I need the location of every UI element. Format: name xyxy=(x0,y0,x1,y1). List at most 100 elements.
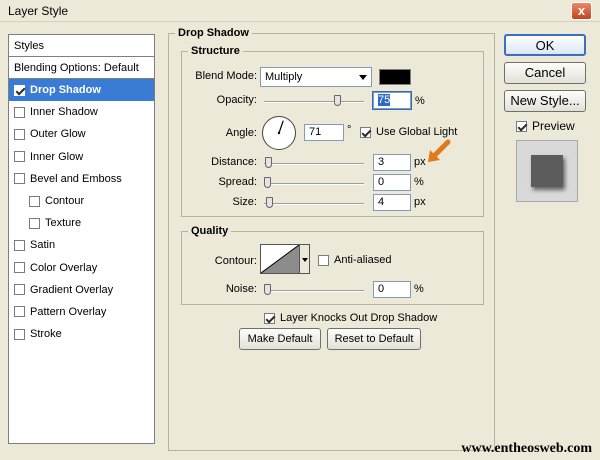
quality-title: Quality xyxy=(188,225,232,237)
distance-field[interactable]: 3 xyxy=(373,154,411,171)
style-item-pattern-overlay[interactable]: Pattern Overlay xyxy=(9,301,154,323)
spread-slider-thumb[interactable] xyxy=(264,177,271,188)
knockout-option[interactable]: Layer Knocks Out Drop Shadow xyxy=(264,312,437,324)
noise-slider[interactable] xyxy=(264,284,364,295)
preview-shape xyxy=(531,155,563,187)
contour-dropdown[interactable] xyxy=(300,244,310,274)
watermark-text: www.entheosweb.com xyxy=(461,441,592,456)
style-item-texture[interactable]: Texture xyxy=(9,212,154,234)
chevron-down-icon xyxy=(302,258,308,262)
style-item-label: Color Overlay xyxy=(30,261,98,274)
opacity-slider-thumb[interactable] xyxy=(333,95,341,106)
styles-list: Styles Blending Options: Default Drop Sh… xyxy=(8,34,155,444)
size-label: Size: xyxy=(232,196,257,208)
size-value: 4 xyxy=(378,196,385,208)
distance-unit: px xyxy=(414,156,426,168)
angle-dial[interactable] xyxy=(262,116,296,150)
ok-button[interactable]: OK xyxy=(504,34,586,56)
style-item-satin[interactable]: Satin xyxy=(9,234,154,256)
distance-value: 3 xyxy=(378,156,385,168)
style-item-color-overlay[interactable]: Color Overlay xyxy=(9,257,154,279)
new-style-button[interactable]: New Style... xyxy=(504,90,586,112)
blending-options-item[interactable]: Blending Options: Default xyxy=(9,57,154,79)
angle-dial-needle xyxy=(277,120,284,135)
blend-mode-label: Blend Mode: xyxy=(195,70,257,82)
spread-field[interactable]: 0 xyxy=(373,174,411,191)
style-item-drop-shadow[interactable]: Drop Shadow xyxy=(9,79,154,102)
knockout-checkbox[interactable] xyxy=(264,312,275,324)
style-item-checkbox[interactable] xyxy=(29,217,40,229)
use-global-light-option[interactable]: Use Global Light xyxy=(360,126,457,138)
noise-label: Noise: xyxy=(225,283,257,295)
preview-thumbnail xyxy=(516,140,578,202)
opacity-field[interactable]: 75 xyxy=(372,91,412,110)
layer-style-dialog: Styles Blending Options: Default Drop Sh… xyxy=(4,23,596,460)
drop-shadow-panel: Drop Shadow Structure Blend Mode: Multip… xyxy=(168,27,495,451)
size-slider-track xyxy=(264,203,364,205)
shadow-color-swatch[interactable] xyxy=(379,69,411,85)
style-items: Drop Shadow Inner Shadow Outer Glow Inner G… xyxy=(9,79,154,345)
style-item-stroke[interactable]: Stroke xyxy=(9,323,154,345)
distance-slider-track xyxy=(264,163,364,165)
style-item-checkbox[interactable] xyxy=(14,151,25,163)
preview-checkbox[interactable] xyxy=(516,120,527,132)
style-item-label: Bevel and Emboss xyxy=(30,172,122,185)
noise-slider-thumb[interactable] xyxy=(264,284,271,295)
style-item-outer-glow[interactable]: Outer Glow xyxy=(9,123,154,145)
style-item-contour[interactable]: Contour xyxy=(9,190,154,212)
preview-option[interactable]: Preview xyxy=(516,119,575,133)
use-global-light-checkbox[interactable] xyxy=(360,126,371,138)
style-item-label: Texture xyxy=(45,217,82,230)
size-slider-thumb[interactable] xyxy=(265,197,273,208)
style-item-checkbox[interactable] xyxy=(14,173,25,185)
spread-slider-track xyxy=(264,183,364,185)
style-item-checkbox[interactable] xyxy=(14,262,25,274)
style-item-inner-glow[interactable]: Inner Glow xyxy=(9,146,154,168)
style-item-checkbox[interactable] xyxy=(14,239,25,251)
noise-field[interactable]: 0 xyxy=(373,281,411,298)
chevron-down-icon xyxy=(359,75,367,80)
make-default-button[interactable]: Make Default xyxy=(239,328,321,350)
cancel-button[interactable]: Cancel xyxy=(504,62,586,84)
styles-header[interactable]: Styles xyxy=(9,35,154,57)
reset-to-default-button[interactable]: Reset to Default xyxy=(327,328,421,350)
style-item-label: Stroke xyxy=(30,328,62,341)
style-item-checkbox[interactable] xyxy=(14,84,25,96)
distance-slider[interactable] xyxy=(264,157,364,168)
size-slider[interactable] xyxy=(264,197,364,208)
blend-mode-select[interactable]: Multiply xyxy=(260,67,372,87)
style-item-checkbox[interactable] xyxy=(14,128,25,140)
distance-slider-thumb[interactable] xyxy=(264,157,272,168)
distance-label: Distance: xyxy=(211,156,257,168)
close-button[interactable]: x xyxy=(571,2,592,20)
title-bar: Layer Style x xyxy=(0,0,600,22)
style-item-checkbox[interactable] xyxy=(14,106,25,118)
style-item-inner-shadow[interactable]: Inner Shadow xyxy=(9,101,154,123)
style-item-gradient-overlay[interactable]: Gradient Overlay xyxy=(9,279,154,301)
quality-group: Quality Contour: Anti-aliased Noise: 0 % xyxy=(181,225,484,305)
style-item-checkbox[interactable] xyxy=(14,328,25,340)
opacity-slider-track xyxy=(264,101,364,103)
size-field[interactable]: 4 xyxy=(373,194,411,211)
structure-title: Structure xyxy=(188,45,243,57)
contour-picker[interactable] xyxy=(260,244,300,274)
style-item-label: Contour xyxy=(45,195,85,208)
anti-aliased-option[interactable]: Anti-aliased xyxy=(318,254,391,266)
contour-label: Contour: xyxy=(214,255,257,267)
angle-value: 71 xyxy=(309,126,322,138)
opacity-value: 75 xyxy=(378,94,391,106)
style-item-checkbox[interactable] xyxy=(29,195,40,207)
noise-value: 0 xyxy=(378,283,385,295)
style-item-label: Inner Shadow xyxy=(30,106,98,119)
anti-aliased-label: Anti-aliased xyxy=(334,254,392,266)
style-item-checkbox[interactable] xyxy=(14,306,25,318)
opacity-slider[interactable] xyxy=(264,95,364,106)
style-item-checkbox[interactable] xyxy=(14,284,25,296)
style-item-label: Drop Shadow xyxy=(30,84,101,97)
anti-aliased-checkbox[interactable] xyxy=(318,254,329,266)
spread-slider[interactable] xyxy=(264,177,364,188)
angle-field[interactable]: 71 xyxy=(304,124,344,141)
style-item-label: Gradient Overlay xyxy=(30,283,114,296)
style-item-bevel-and-emboss[interactable]: Bevel and Emboss xyxy=(9,168,154,190)
structure-group: Structure Blend Mode: Multiply Opacity: … xyxy=(181,45,484,217)
